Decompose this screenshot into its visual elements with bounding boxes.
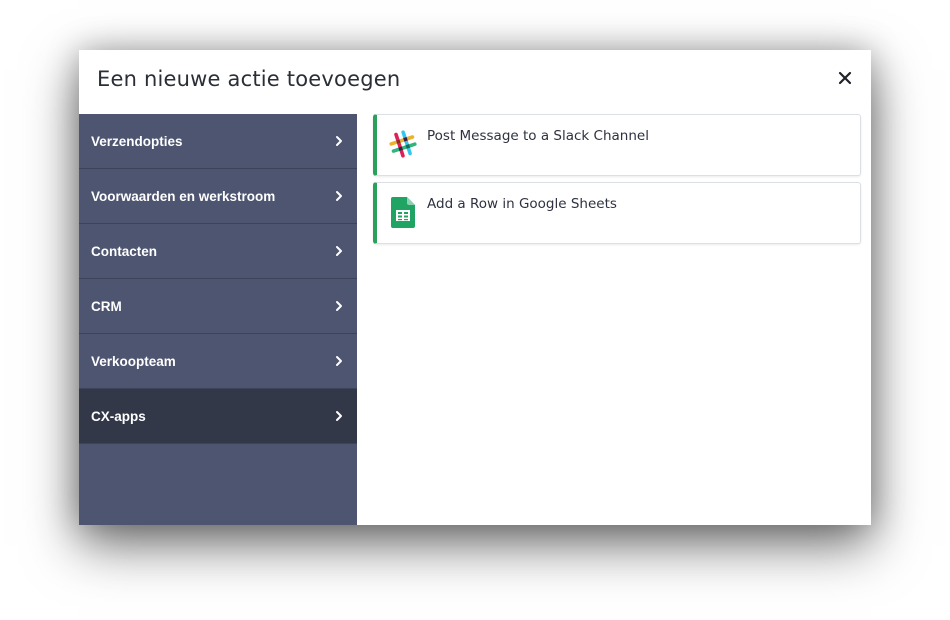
sidebar-item-label: Voorwaarden en werkstroom	[91, 188, 276, 204]
dialog-header: Een nieuwe actie toevoegen	[79, 50, 871, 114]
sidebar-item-contacten[interactable]: Contacten	[79, 224, 357, 279]
action-label: Post Message to a Slack Channel	[427, 128, 649, 144]
category-sidebar: Verzendopties Voorwaarden en werkstroom …	[79, 114, 357, 525]
sidebar-item-label: Verkoopteam	[91, 353, 176, 369]
sidebar-item-cx-apps[interactable]: CX-apps	[79, 389, 357, 444]
sidebar-item-verkoopteam[interactable]: Verkoopteam	[79, 334, 357, 389]
close-button[interactable]	[833, 66, 857, 90]
sidebar-item-label: Contacten	[91, 243, 158, 259]
sidebar-item-label: CX-apps	[91, 408, 146, 424]
action-card-google-sheets[interactable]: Add a Row in Google Sheets	[373, 182, 861, 244]
sidebar-item-verzendopties[interactable]: Verzendopties	[79, 114, 357, 169]
chevron-right-icon	[336, 356, 342, 366]
slack-icon	[389, 130, 417, 158]
chevron-right-icon	[336, 246, 342, 256]
action-list: Post Message to a Slack Channel Add a Ro…	[357, 114, 871, 525]
chevron-right-icon	[336, 411, 342, 421]
page-backdrop: Een nieuwe actie toevoegen Verzendopties…	[0, 0, 950, 620]
dialog-title: Een nieuwe actie toevoegen	[97, 67, 401, 91]
sidebar-item-label: Verzendopties	[91, 133, 183, 149]
action-label: Add a Row in Google Sheets	[427, 196, 617, 212]
chevron-right-icon	[336, 136, 342, 146]
google-sheets-icon	[391, 197, 415, 228]
chevron-right-icon	[336, 301, 342, 311]
sidebar-item-crm[interactable]: CRM	[79, 279, 357, 334]
action-card-slack[interactable]: Post Message to a Slack Channel	[373, 114, 861, 176]
close-icon	[838, 71, 852, 85]
add-action-dialog: Een nieuwe actie toevoegen Verzendopties…	[79, 50, 871, 525]
chevron-right-icon	[336, 191, 342, 201]
sidebar-item-label: CRM	[91, 298, 122, 314]
sidebar-item-voorwaarden-en-werkstroom[interactable]: Voorwaarden en werkstroom	[79, 169, 357, 224]
